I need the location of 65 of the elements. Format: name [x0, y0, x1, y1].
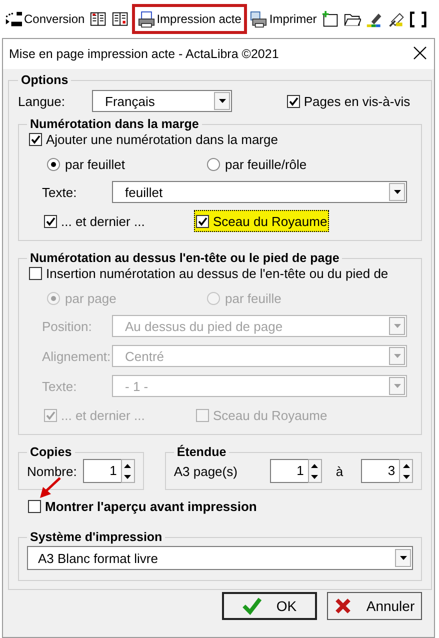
field-label: Langue: [18, 94, 66, 108]
group-title: Copies [29, 445, 73, 459]
toolbar-button[interactable]: Imprimer [248, 4, 319, 34]
checkbox-label[interactable]: Pages en vis-à-vis [304, 94, 410, 108]
checkbox-label[interactable]: Insertion numérotation au dessus de l'en-tête ou du pied de [46, 266, 388, 281]
book-icon [90, 10, 107, 28]
new-page-icon [322, 10, 339, 28]
toolbar-button[interactable]: Impression acte [132, 4, 248, 34]
cancel-button[interactable]: Annuler [327, 592, 422, 620]
radio-button[interactable] [207, 158, 220, 170]
close-button[interactable] [412, 46, 428, 62]
dropdown[interactable]: feuillet [112, 181, 408, 203]
group-title: Numérotation dans la marge [29, 117, 200, 131]
spin-up-icon [124, 464, 132, 468]
dropdown-arrow-icon [394, 324, 401, 328]
checkmark-icon [242, 597, 262, 615]
checkbox[interactable] [28, 500, 41, 513]
radio-label[interactable]: par feuillet [65, 156, 125, 172]
number-field[interactable]: 3 [361, 459, 400, 483]
ok-button[interactable]: OK [222, 592, 317, 620]
group-title: Numérotation au dessus l'en-tête ou le pied de page [29, 251, 340, 265]
pen-icon [388, 10, 405, 28]
checkbox-label[interactable]: Ajouter une numérotation dans la marge [46, 132, 278, 147]
range-separator: à [336, 464, 344, 478]
dropdown[interactable]: Français [92, 90, 232, 112]
field-label: Texte: [42, 378, 78, 394]
dropdown-arrow-icon [218, 99, 226, 103]
book-icon [112, 10, 129, 28]
field-label: Alignement: [42, 348, 112, 364]
toolbar-button[interactable]: Conversion [3, 4, 87, 34]
checkbox[interactable] [196, 214, 209, 228]
checkbox-label[interactable]: Sceau du Royaume [213, 214, 328, 228]
checkbox-label[interactable]: Montrer l'aperçu avant impression [45, 499, 257, 514]
group-title: Système d'impression [29, 530, 164, 544]
checkbox[interactable] [29, 133, 42, 146]
spin-up-icon [402, 464, 410, 468]
window-title: Mise en page impression acte - ActaLibra ©2021 [9, 47, 279, 61]
dropdown[interactable]: A3 Blanc format livre [27, 546, 414, 570]
number-field[interactable]: 1 [82, 459, 121, 483]
printer-icon [250, 10, 268, 28]
bracket-icon [410, 10, 427, 28]
dropdown-arrow-icon [394, 354, 401, 358]
group-title: Options [20, 73, 70, 87]
number-field[interactable]: 1 [270, 459, 308, 483]
printer-icon [138, 10, 155, 28]
spin-down-icon [124, 474, 132, 478]
spin-down-icon [311, 474, 318, 478]
dropdown-arrow-icon [400, 556, 407, 560]
dropdown-arrow-icon [394, 384, 401, 388]
spin-up-icon [311, 464, 318, 468]
spin-down-icon [402, 474, 410, 478]
field-label: Texte: [42, 184, 78, 200]
group-title: Étendue [176, 445, 228, 459]
field-label: Nombre: [27, 464, 77, 478]
checkbox[interactable] [44, 214, 57, 228]
numbering-icon [5, 10, 22, 28]
field-label: A3 page(s) [174, 464, 238, 478]
checkbox-label[interactable]: ... et dernier ... [61, 214, 145, 228]
checkbox[interactable] [29, 267, 42, 280]
field-label: Position: [42, 318, 93, 334]
dropdown-arrow-icon [394, 190, 401, 194]
cross-icon [334, 597, 352, 615]
radio-label[interactable]: par feuille/rôle [225, 156, 307, 172]
checkbox[interactable] [286, 94, 300, 108]
radio-button[interactable] [47, 158, 60, 170]
